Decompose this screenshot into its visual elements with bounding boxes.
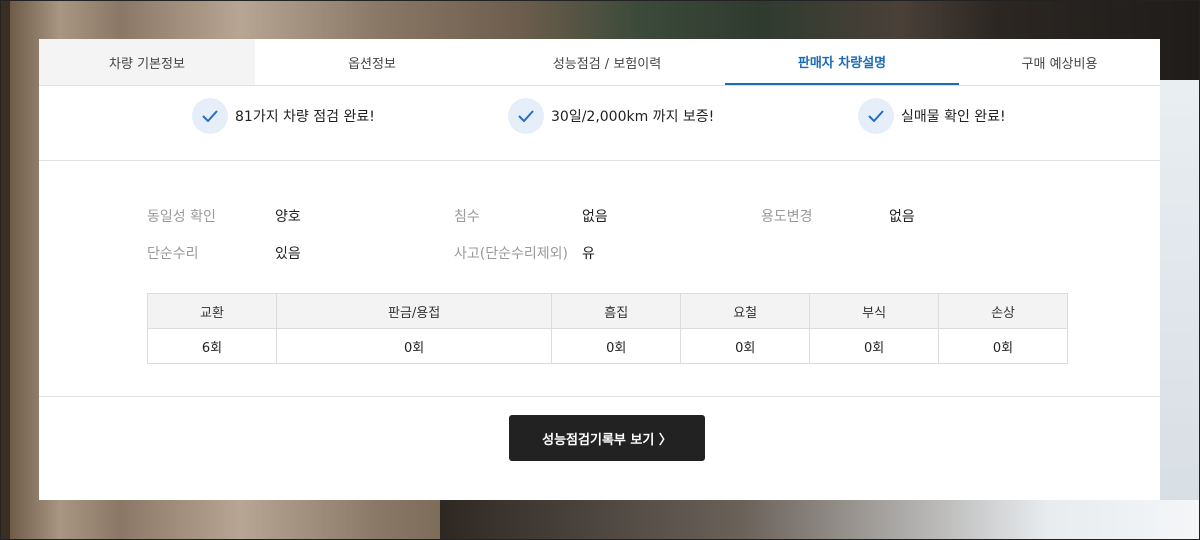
check-icon	[508, 98, 544, 134]
accident-label: 사고(단순수리제외)	[454, 246, 568, 262]
table-header: 교환	[147, 293, 277, 329]
flood-value: 없음	[582, 209, 608, 225]
check-text: 81가지 차량 점검 완료!	[235, 109, 375, 125]
simple-repair-value: 있음	[275, 246, 301, 262]
detail-card: 차량 기본정보 옵션정보 성능점검 / 보험이력 판매자 차량설명 구매 예상비…	[39, 39, 1160, 500]
table-cell: 0회	[938, 328, 1068, 364]
table-header: 손상	[938, 293, 1068, 329]
tab-seller-description[interactable]: 판매자 차량설명	[725, 39, 959, 85]
check-item: 30일/2,000km 까지 보증!	[508, 98, 714, 134]
check-text: 실매물 확인 완료!	[901, 109, 1006, 125]
tab-basic-info[interactable]: 차량 기본정보	[39, 39, 255, 85]
tab-options[interactable]: 옵션정보	[255, 39, 489, 85]
tab-inspection-insurance[interactable]: 성능점검 / 보험이력	[489, 39, 725, 85]
view-inspection-record-button[interactable]: 성능점검기록부 보기 〉	[509, 415, 705, 461]
divider	[39, 396, 1160, 397]
check-icon	[192, 98, 228, 134]
table-header-row: 교환 판금/용접 흠집 요철 부식 손상	[147, 293, 1068, 329]
table-header: 흠집	[551, 293, 682, 329]
check-icon	[858, 98, 894, 134]
table-cell: 0회	[275, 328, 553, 364]
check-text: 30일/2,000km 까지 보증!	[551, 109, 715, 125]
flood-label: 침수	[454, 209, 480, 225]
table-header: 부식	[809, 293, 940, 329]
table-row: 6회 0회 0회 0회 0회 0회	[147, 328, 1068, 364]
identity-value: 양호	[275, 209, 301, 225]
usage-change-label: 용도변경	[761, 209, 813, 225]
table-cell: 0회	[809, 328, 940, 364]
table-header: 판금/용접	[275, 293, 553, 329]
identity-label: 동일성 확인	[147, 209, 216, 225]
table-cell: 0회	[551, 328, 682, 364]
table-cell: 6회	[147, 328, 277, 364]
check-item: 실매물 확인 완료!	[858, 98, 1006, 134]
damage-table: 교환 판금/용접 흠집 요철 부식 손상 6회 0회 0회 0회 0회 0회	[147, 293, 1068, 364]
check-item: 81가지 차량 점검 완료!	[192, 98, 375, 134]
table-header: 요철	[680, 293, 811, 329]
assurance-checks: 81가지 차량 점검 완료! 30일/2,000km 까지 보증! 실매물 확인…	[39, 86, 1160, 161]
inspection-summary: 동일성 확인 양호 침수 없음 용도변경 없음 단순수리 있음 사고(단순수리제…	[39, 161, 1160, 364]
table-cell: 0회	[680, 328, 811, 364]
background-floor	[440, 500, 1200, 540]
tab-bar: 차량 기본정보 옵션정보 성능점검 / 보험이력 판매자 차량설명 구매 예상비…	[39, 39, 1160, 86]
accident-value: 유	[582, 246, 595, 262]
usage-change-value: 없음	[889, 209, 915, 225]
tab-expected-cost[interactable]: 구매 예상비용	[959, 39, 1160, 85]
simple-repair-label: 단순수리	[147, 246, 199, 262]
